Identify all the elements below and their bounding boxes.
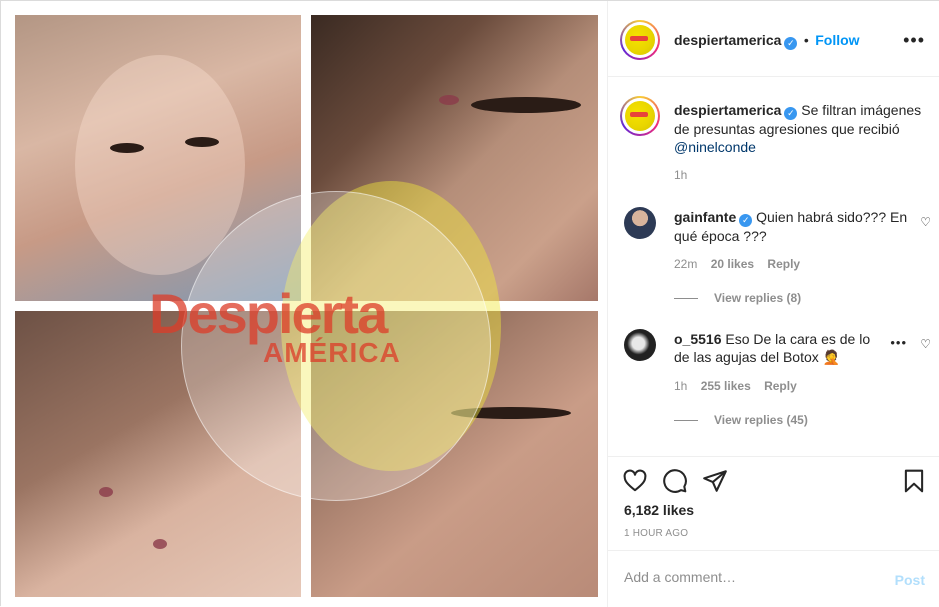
comment-time: 1h [674, 379, 688, 393]
verified-badge-icon: ✓ [784, 37, 798, 50]
instagram-post: Despierta AMÉRICA despiertamerica ✓ • Fol… [0, 0, 939, 607]
brand-logo-icon [625, 25, 655, 55]
likes-count[interactable]: 6,182 likes [624, 502, 694, 518]
post-actions: 6,182 likes 1 HOUR AGO [608, 456, 939, 550]
commenter-avatar[interactable] [624, 329, 656, 361]
like-heart-icon[interactable] [622, 468, 648, 494]
post-timestamp: 1 HOUR AGO [624, 528, 689, 539]
more-options-icon[interactable]: ••• [903, 30, 925, 51]
author-avatar[interactable] [620, 20, 660, 60]
caption-mention-link[interactable]: @ninelconde [674, 139, 756, 155]
follow-button[interactable]: Follow [815, 32, 859, 48]
comments-list[interactable]: despiertamerica ✓ Se filtran imágenes de … [608, 78, 939, 456]
comment-bubble-icon[interactable] [662, 468, 688, 494]
verified-badge-icon: ✓ [784, 107, 798, 120]
view-replies-button[interactable]: View replies (45) [674, 413, 808, 427]
post-comment-button[interactable]: Post [895, 572, 925, 588]
comment-body: o_5516 Eso De la cara es de lo de las ag… [674, 330, 886, 366]
caption-author-avatar[interactable] [620, 96, 660, 136]
verified-badge-icon: ✓ [739, 214, 753, 227]
post-header: despiertamerica ✓ • Follow ••• [608, 1, 939, 77]
replies-divider [674, 420, 698, 422]
comment-body: gainfante ✓ Quien habrá sido??? En qué ép… [674, 208, 909, 245]
brand-logo-icon [625, 101, 655, 131]
eye-right [185, 137, 219, 147]
add-comment-bar: Post [608, 550, 939, 607]
comment-likes[interactable]: 20 likes [711, 257, 754, 271]
replies-divider [674, 298, 698, 300]
separator: • [803, 32, 809, 48]
post-side-panel: despiertamerica ✓ • Follow ••• despiertam… [607, 1, 939, 607]
comment-username[interactable]: o_5516 [674, 331, 721, 347]
eye-closeup [471, 97, 581, 113]
commenter-avatar[interactable] [624, 207, 656, 239]
like-comment-heart-icon[interactable]: ♡ [920, 337, 931, 351]
save-bookmark-icon[interactable] [901, 468, 927, 494]
share-send-icon[interactable] [702, 468, 728, 494]
bruise-mark [439, 95, 459, 105]
caption-time: 1h [674, 168, 688, 182]
post-image[interactable]: Despierta AMÉRICA [1, 1, 607, 607]
view-replies-button[interactable]: View replies (8) [674, 291, 801, 305]
comment-likes[interactable]: 255 likes [701, 379, 751, 393]
author-username[interactable]: despiertamerica [674, 32, 781, 48]
bruise-mark [99, 487, 113, 497]
add-comment-input[interactable] [624, 569, 874, 585]
view-replies-label: View replies (45) [714, 413, 808, 427]
bruise-mark [153, 539, 167, 549]
comment-meta: 22m 20 likes Reply [674, 257, 800, 271]
eye-left [110, 143, 144, 153]
watermark-subtext: AMÉRICA [263, 337, 401, 368]
caption-username[interactable]: despiertamerica [674, 102, 781, 118]
comment-username[interactable]: gainfante [674, 209, 736, 225]
reply-button[interactable]: Reply [764, 379, 797, 393]
comment-time: 22m [674, 257, 698, 271]
reply-button[interactable]: Reply [767, 257, 800, 271]
caption: despiertamerica ✓ Se filtran imágenes de … [674, 101, 932, 156]
view-replies-label: View replies (8) [714, 291, 802, 305]
comment-meta: 1h 255 likes Reply [674, 379, 797, 393]
comment-options-icon[interactable]: ••• [890, 335, 907, 350]
like-comment-heart-icon[interactable]: ♡ [920, 215, 931, 229]
